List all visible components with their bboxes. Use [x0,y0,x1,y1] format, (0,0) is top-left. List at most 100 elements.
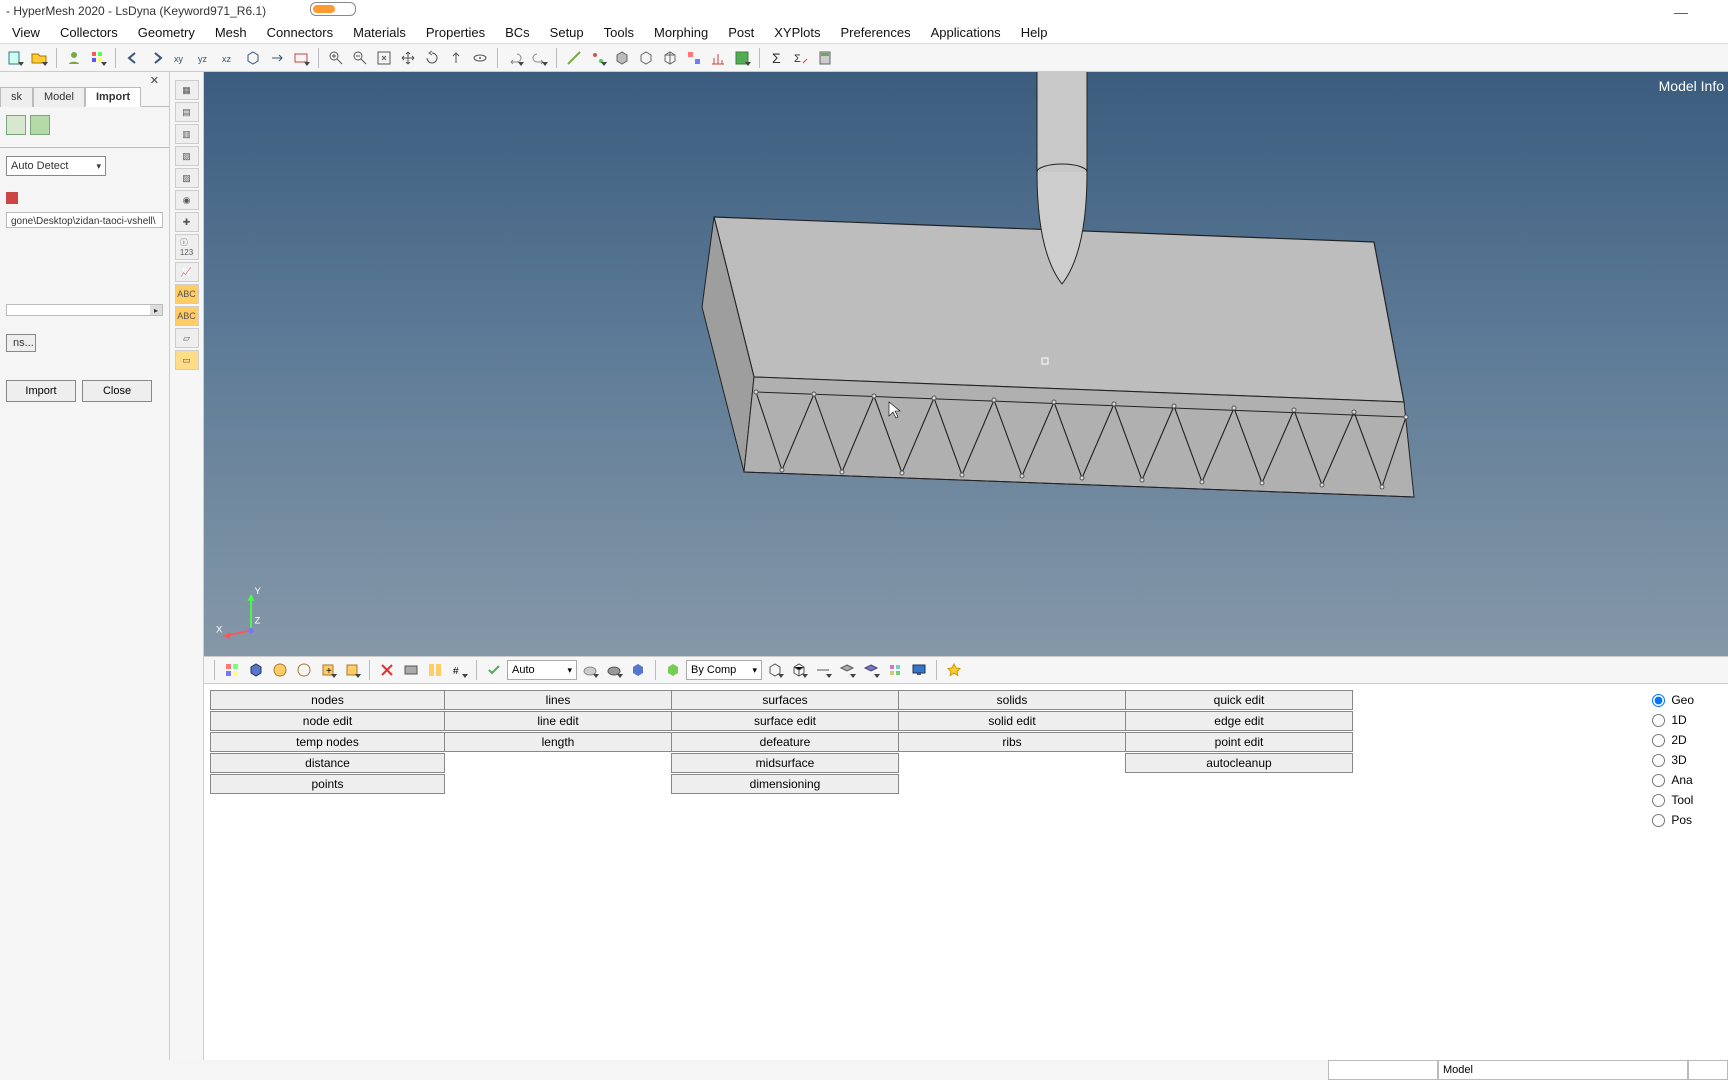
import-button[interactable]: Import [6,380,76,402]
grid-button[interactable] [884,659,906,681]
menu-applications[interactable]: Applications [921,25,1011,40]
disp-add-button[interactable]: + [317,659,339,681]
auto-combo[interactable]: Auto [507,660,577,680]
panel-solids[interactable]: solids [898,690,1126,710]
vtool-5[interactable]: ▨ [175,168,199,188]
box2-button[interactable] [635,47,657,69]
zoom-out-button[interactable] [349,47,371,69]
check-button[interactable] [731,47,753,69]
mesh-cube-button[interactable] [788,659,810,681]
xz-view-button[interactable]: xz [218,47,240,69]
menu-preferences[interactable]: Preferences [830,25,920,40]
card-button[interactable] [400,659,422,681]
reverse-view-button[interactable] [266,47,288,69]
vtool-10[interactable]: ABC [175,284,199,304]
palette-button[interactable] [87,47,109,69]
close-button[interactable]: Close [82,380,152,402]
panel-temp-nodes[interactable]: temp nodes [210,732,445,752]
fit-button[interactable] [373,47,395,69]
menu-bcs[interactable]: BCs [495,25,540,40]
vtool-9[interactable]: 📈 [175,262,199,282]
vtool-13[interactable]: ▭ [175,350,199,370]
layer2-button[interactable] [860,659,882,681]
import-type2-icon[interactable] [30,115,50,135]
import-type1-icon[interactable] [6,115,26,135]
menu-morphing[interactable]: Morphing [644,25,718,40]
panel-length[interactable]: length [444,732,672,752]
panel-defeature[interactable]: defeature [671,732,899,752]
panel-solid-edit[interactable]: solid edit [898,711,1126,731]
new-button[interactable] [4,47,26,69]
vtool-2[interactable]: ▤ [175,102,199,122]
radio-2d[interactable]: 2D [1652,730,1694,750]
panel-point-edit[interactable]: point edit [1125,732,1353,752]
entity-set-button[interactable] [587,47,609,69]
menu-xyplots[interactable]: XYPlots [764,25,830,40]
sigma-arrow-button[interactable]: Σ [790,47,812,69]
status-model-cell[interactable]: Model [1438,1060,1688,1080]
spin-button[interactable] [469,47,491,69]
import-options-button[interactable]: ns... [6,334,36,352]
panel-autocleanup[interactable]: autocleanup [1125,753,1353,773]
layer-button[interactable] [836,659,858,681]
rotate-button[interactable] [421,47,443,69]
view-dropdown[interactable] [290,47,312,69]
cloud2-button[interactable] [603,659,625,681]
panel-edge-edit[interactable]: edge edit [1125,711,1353,731]
measure-button[interactable] [563,47,585,69]
menu-view[interactable]: View [2,25,50,40]
radio-geo[interactable]: Geo [1652,690,1694,710]
sigma-button[interactable]: Σ [766,47,788,69]
tab-model[interactable]: Model [33,87,85,107]
assembly-button[interactable] [683,47,705,69]
box1-button[interactable] [611,47,633,69]
pan-button[interactable] [397,47,419,69]
radio-3d[interactable]: 3D [1652,750,1694,770]
wire-cube-button[interactable] [764,659,786,681]
panel-surface-edit[interactable]: surface edit [671,711,899,731]
minimize-button[interactable]: — [1674,4,1688,20]
disp-move-button[interactable] [341,659,363,681]
disp-shaded-button[interactable] [269,659,291,681]
panel-close-icon[interactable]: ✕ [150,74,159,87]
panel-points[interactable]: points [210,774,445,794]
menu-setup[interactable]: Setup [540,25,594,40]
radio-post[interactable]: Pos [1652,810,1694,830]
vtool-6[interactable]: ◉ [175,190,199,210]
cube-shaded-button[interactable] [627,659,649,681]
file-path-field[interactable]: gone\Desktop\zidan-taoci-vshell\ [6,212,163,228]
vtool-12[interactable]: ▱ [175,328,199,348]
menu-geometry[interactable]: Geometry [128,25,205,40]
xy-view-button[interactable]: xy [170,47,192,69]
disp-solid-button[interactable] [245,659,267,681]
panel-dimensioning[interactable]: dimensioning [671,774,899,794]
panel-ribs[interactable]: ribs [898,732,1126,752]
vtool-8[interactable]: ⓘ123 [175,234,199,260]
axis-triad[interactable]: Y X Z [216,578,286,648]
calculator-button[interactable] [814,47,836,69]
yz-view-button[interactable]: yz [194,47,216,69]
vtool-4[interactable]: ▧ [175,146,199,166]
tab-import[interactable]: Import [85,87,141,107]
radio-analysis[interactable]: Ana [1652,770,1694,790]
panel-midsurface[interactable]: midsurface [671,753,899,773]
box3-button[interactable] [659,47,681,69]
redo-view-button[interactable] [146,47,168,69]
panel-quick-edit[interactable]: quick edit [1125,690,1353,710]
panel-lines[interactable]: lines [444,690,672,710]
undo-view-button[interactable] [122,47,144,69]
panel-node-edit[interactable]: node edit [210,711,445,731]
open-button[interactable] [28,47,50,69]
renumber-button[interactable]: # [448,659,470,681]
user-button[interactable] [63,47,85,69]
panel-line-edit[interactable]: line edit [444,711,672,731]
model-info-label[interactable]: Model Info [1659,78,1724,94]
menu-connectors[interactable]: Connectors [257,25,343,40]
radio-tool[interactable]: Tool [1652,790,1694,810]
panel-distance[interactable]: distance [210,753,445,773]
favorite-button[interactable] [943,659,965,681]
color-cube-button[interactable] [662,659,684,681]
disp-comp-button[interactable] [221,659,243,681]
panel-nodes[interactable]: nodes [210,690,445,710]
delete-button[interactable] [376,659,398,681]
